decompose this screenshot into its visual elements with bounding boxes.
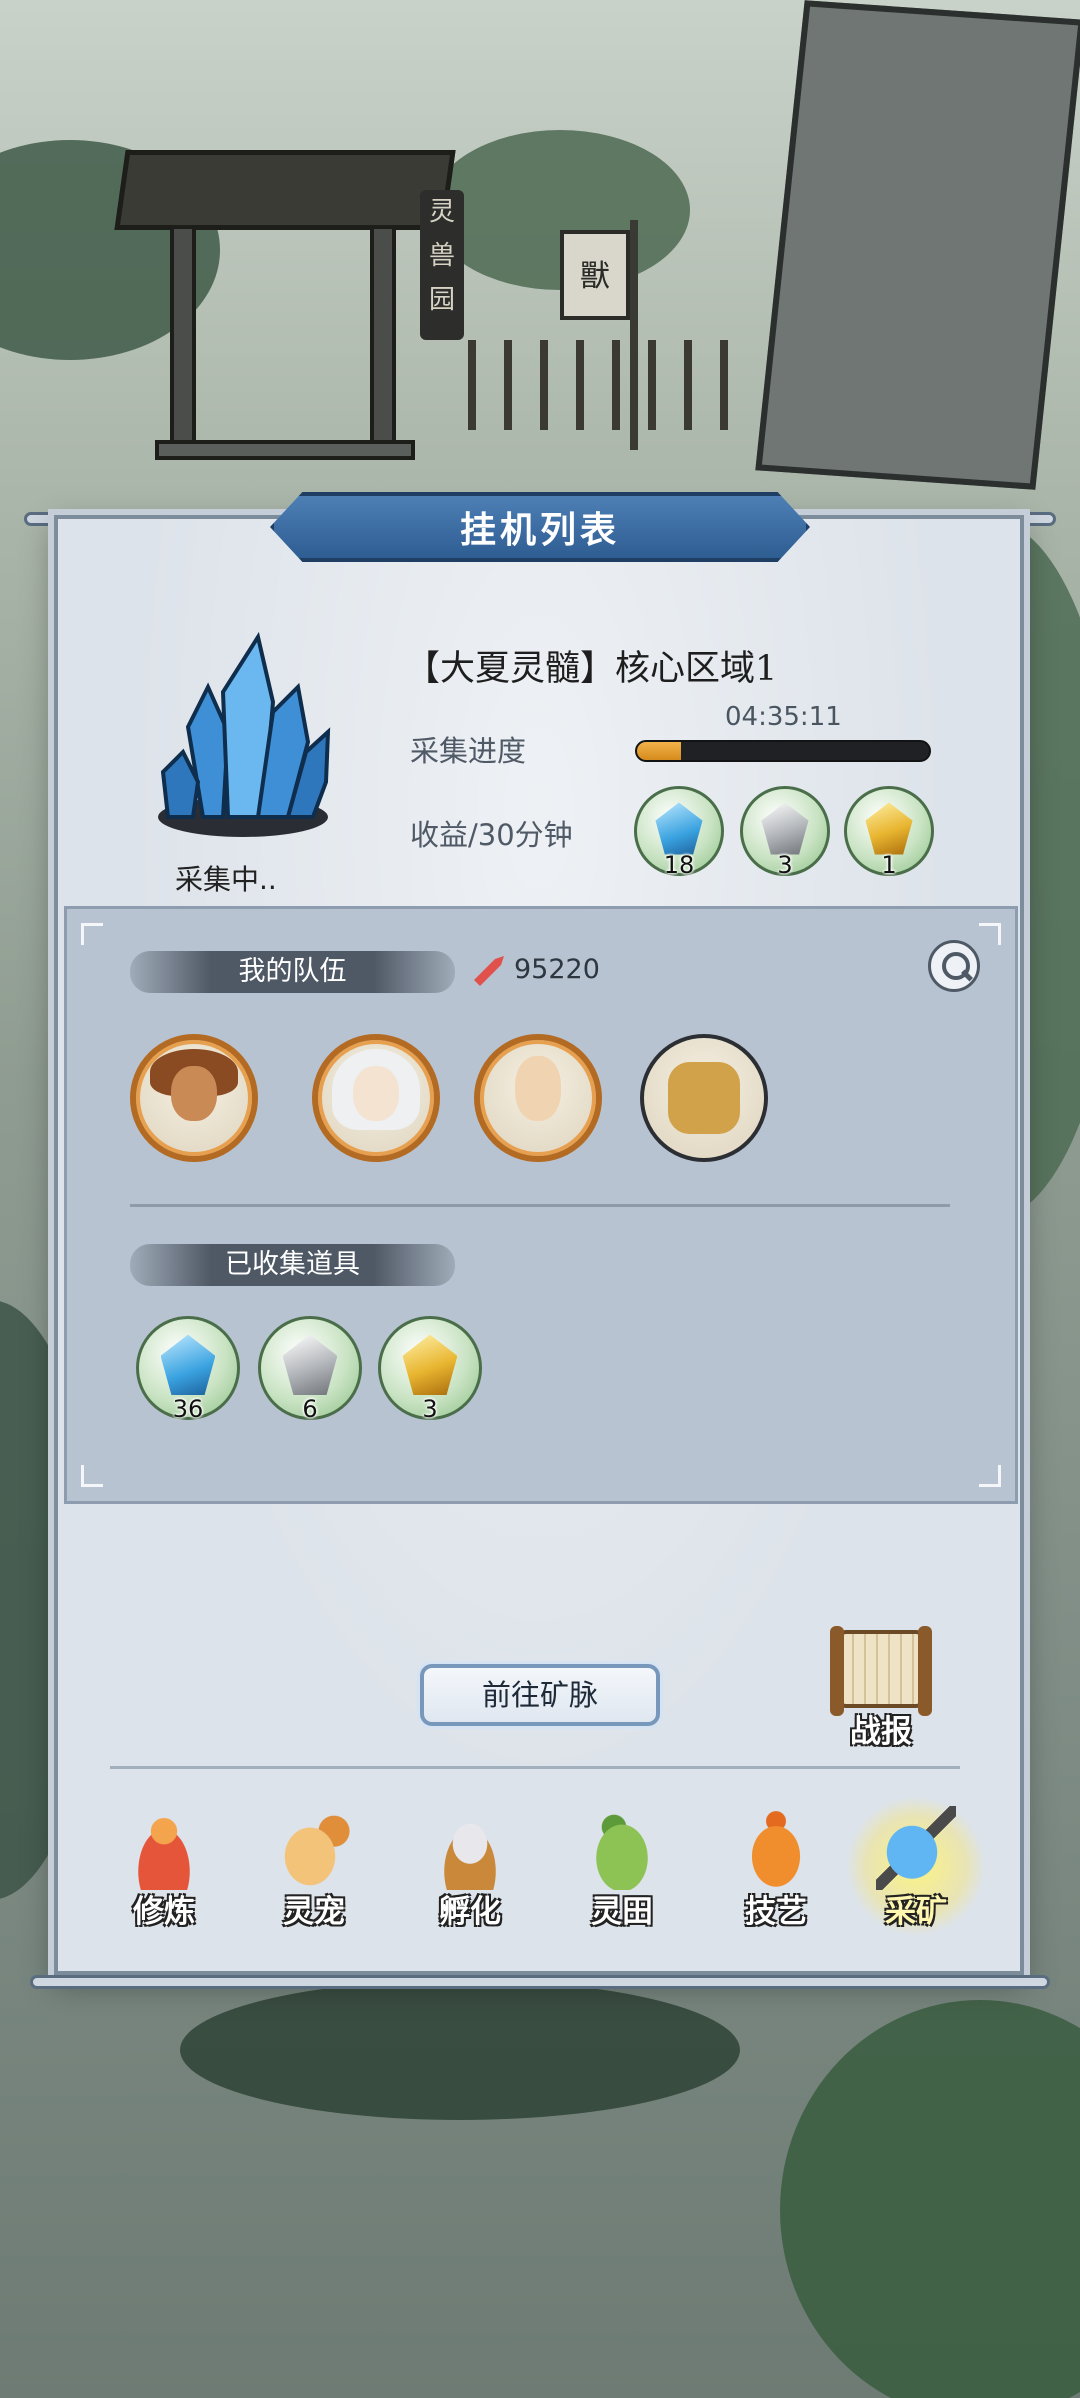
dragon-figure bbox=[668, 1062, 740, 1134]
income-item-silver-ore[interactable]: 3 bbox=[740, 786, 830, 879]
flagpole bbox=[630, 220, 638, 450]
meditation-icon bbox=[124, 1806, 204, 1890]
blue-crystal-icon bbox=[655, 802, 703, 855]
gate-post bbox=[170, 225, 196, 455]
tree-foliage bbox=[180, 1980, 740, 2120]
gold-ore-icon bbox=[865, 802, 913, 855]
collected-items-label: 已收集道具 bbox=[130, 1244, 455, 1286]
nav-item-cultivation[interactable]: 修炼 bbox=[104, 1806, 224, 1936]
income-item-blue-crystal[interactable]: 18 bbox=[634, 786, 724, 879]
spirit-beast-garden-gate: 灵兽园 bbox=[114, 150, 464, 460]
progress-label: 采集进度 bbox=[410, 734, 527, 768]
my-team-label: 我的队伍 bbox=[130, 951, 455, 993]
wooden-fence bbox=[440, 340, 740, 430]
avatar-face bbox=[170, 1065, 218, 1122]
avatar-face bbox=[352, 1065, 400, 1122]
panel-bottom-rail bbox=[30, 1975, 1050, 1989]
blue-crystal-cluster-icon bbox=[158, 632, 331, 837]
income-label: 收益/30分钟 bbox=[410, 818, 573, 852]
go-to-mine-button[interactable]: 前往矿脉 bbox=[420, 1664, 660, 1726]
monk-avatar[interactable] bbox=[474, 1034, 602, 1162]
cliff-rock bbox=[755, 0, 1080, 490]
collected-item-silver-ore[interactable]: 6 bbox=[258, 1316, 362, 1423]
gate-base bbox=[155, 440, 415, 460]
collected-item-blue-crystal[interactable]: 36 bbox=[136, 1316, 240, 1423]
white-haired-maiden-avatar[interactable] bbox=[312, 1034, 440, 1162]
item-count: 3 bbox=[777, 851, 793, 879]
frame-corner bbox=[979, 923, 1001, 945]
collected-item-gold-ore[interactable]: 3 bbox=[378, 1316, 482, 1423]
golden-dragon-avatar[interactable] bbox=[640, 1034, 768, 1162]
nav-item-spirit-field[interactable]: 灵田 bbox=[562, 1806, 682, 1936]
nav-label: 灵田 bbox=[591, 1894, 653, 1930]
monkey-king-avatar[interactable] bbox=[130, 1034, 258, 1162]
blue-crystal-icon bbox=[160, 1334, 216, 1396]
mine-region-title: 【大夏灵髓】核心区域1 bbox=[405, 649, 778, 689]
nav-divider bbox=[110, 1766, 960, 1769]
nav-item-mining[interactable]: 采矿 bbox=[846, 1796, 986, 1936]
collect-timer: 04:35:11 bbox=[725, 702, 842, 732]
nav-label: 技艺 bbox=[745, 1894, 807, 1930]
egg-nest-icon bbox=[430, 1806, 510, 1890]
frame-corner bbox=[81, 923, 103, 945]
silver-ore-icon bbox=[282, 1334, 338, 1396]
battle-report-label: 战报 bbox=[850, 1714, 912, 1750]
pickaxe-crystal-icon bbox=[876, 1806, 956, 1890]
gate-post bbox=[370, 225, 396, 455]
gate-sign: 灵兽园 bbox=[420, 190, 464, 340]
item-count: 18 bbox=[663, 851, 695, 879]
gate-roof bbox=[114, 150, 456, 230]
item-count: 1 bbox=[881, 851, 897, 879]
frame-corner bbox=[81, 1465, 103, 1487]
teapot-icon bbox=[736, 1806, 816, 1890]
nav-item-hatch[interactable]: 孵化 bbox=[410, 1806, 530, 1936]
team-power-value: 95220 bbox=[514, 954, 600, 985]
nav-label: 灵宠 bbox=[283, 1894, 345, 1930]
collecting-status: 采集中.. bbox=[175, 863, 277, 896]
progress-fill bbox=[637, 742, 681, 760]
battle-report-button[interactable]: 战报 bbox=[826, 1626, 936, 1750]
avatar-face bbox=[514, 1056, 562, 1122]
panel-title-ribbon: 挂机列表 bbox=[270, 492, 810, 562]
nav-item-spirit-pet[interactable]: 灵宠 bbox=[254, 1806, 374, 1936]
spirit-field-icon bbox=[582, 1806, 662, 1890]
nav-label: 修炼 bbox=[133, 1894, 195, 1930]
gold-ore-icon bbox=[402, 1334, 458, 1396]
spirit-pet-icon bbox=[274, 1806, 354, 1890]
income-item-gold-ore[interactable]: 1 bbox=[844, 786, 934, 879]
nav-label: 采矿 bbox=[885, 1894, 947, 1930]
item-count: 36 bbox=[172, 1395, 204, 1423]
nav-label: 孵化 bbox=[439, 1894, 501, 1930]
search-icon[interactable] bbox=[928, 940, 980, 992]
collect-progress-bar bbox=[635, 740, 931, 762]
frame-corner bbox=[979, 1465, 1001, 1487]
nav-item-craft[interactable]: 技艺 bbox=[716, 1806, 836, 1936]
section-divider bbox=[130, 1204, 950, 1207]
item-count: 6 bbox=[302, 1395, 318, 1423]
panel-title: 挂机列表 bbox=[459, 510, 620, 551]
item-count: 3 bbox=[422, 1395, 438, 1423]
tree-foliage bbox=[780, 2000, 1080, 2398]
beast-flag: 獸 bbox=[560, 230, 630, 320]
silver-ore-icon bbox=[761, 802, 809, 855]
scroll-icon bbox=[830, 1626, 932, 1716]
